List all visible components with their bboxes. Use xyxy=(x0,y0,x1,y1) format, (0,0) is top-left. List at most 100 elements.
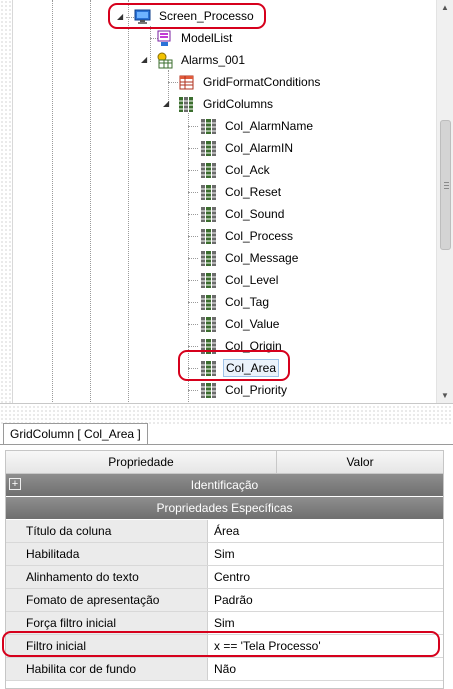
property-value[interactable]: Sim xyxy=(214,612,235,634)
tree-node-col-sound[interactable]: Col_Sound xyxy=(200,204,286,224)
monitor-icon xyxy=(134,9,151,24)
tree-guide-line xyxy=(90,0,91,403)
tree-connector xyxy=(168,82,178,83)
tree-node-gridformatconditions[interactable]: GridFormatConditions xyxy=(178,72,322,92)
tree-node-col-reset[interactable]: Col_Reset xyxy=(200,182,283,202)
property-grid[interactable]: Propriedade Valor + Identificação Propri… xyxy=(2,450,444,689)
tree-connector xyxy=(188,280,198,281)
tree-node-col-process[interactable]: Col_Process xyxy=(200,226,295,246)
scrollbar-thumb[interactable] xyxy=(440,120,451,250)
column-icon xyxy=(201,272,216,288)
tree-node-alarms-001[interactable]: Alarms_001 xyxy=(156,50,247,70)
collapse-arrow-icon[interactable]: ◢ xyxy=(117,12,123,21)
category-label: Identificação xyxy=(190,478,259,492)
tree-connector xyxy=(126,17,134,18)
tab-gridcolumn-col-area[interactable]: GridColumn [ Col_Area ] xyxy=(3,423,148,445)
tree-node-label: GridFormatConditions xyxy=(203,75,321,89)
property-row[interactable]: Habilitada Sim xyxy=(6,543,443,566)
tree-node-col-priority[interactable]: Col_Priority xyxy=(200,380,289,400)
property-row[interactable]: Fomato de apresentação Padrão xyxy=(6,589,443,612)
property-value[interactable]: Padrão xyxy=(214,589,253,611)
tree-node-col-ack[interactable]: Col_Ack xyxy=(200,160,272,180)
tree-node-label: Col_Value xyxy=(225,317,280,331)
property-row[interactable]: Habilita cor de fundo Não xyxy=(6,658,443,681)
tree-connector xyxy=(188,346,198,347)
column-icon xyxy=(201,316,216,332)
tree-connector xyxy=(188,368,198,369)
tree-connector xyxy=(188,192,198,193)
tree-left-strip xyxy=(0,0,12,403)
property-name: Alinhamento do texto xyxy=(6,566,208,588)
property-value[interactable]: Sim xyxy=(214,543,235,565)
property-value[interactable]: x == 'Tela Processo' xyxy=(214,635,321,657)
category-propriedades-especificas[interactable]: Propriedades Específicas xyxy=(6,497,443,519)
grid-columns-icon xyxy=(179,96,193,112)
column-icon xyxy=(201,360,216,376)
tree-node-label: Col_Area xyxy=(223,359,280,377)
column-icon xyxy=(201,140,216,156)
tree-node-label: Col_Tag xyxy=(225,295,270,309)
tree-node-label: Screen_Processo xyxy=(159,9,254,23)
property-name: Habilita cor de fundo xyxy=(6,658,208,680)
property-name: Fomato de apresentação xyxy=(6,589,208,611)
column-icon xyxy=(201,184,216,200)
scrollbar-grip xyxy=(444,182,449,183)
tree-node-col-alarmname[interactable]: Col_AlarmName xyxy=(200,116,315,136)
category-identificacao[interactable]: + Identificação xyxy=(6,474,443,496)
collapse-arrow-icon[interactable]: ◢ xyxy=(163,99,169,108)
tree-vertical-scrollbar[interactable]: ▲ ▼ xyxy=(436,0,453,403)
tree-node-label: Col_Origin xyxy=(225,339,282,353)
tree-node-label: Col_AlarmIN xyxy=(225,141,294,155)
scroll-up-arrow-icon[interactable]: ▲ xyxy=(441,3,449,12)
tree-node-label: Col_Level xyxy=(225,273,279,287)
column-header-propriedade[interactable]: Propriedade xyxy=(6,451,277,474)
property-row[interactable]: Filtro inicial x == 'Tela Processo' xyxy=(6,635,443,658)
tree-connector xyxy=(188,324,198,325)
tree-guide-line xyxy=(150,26,151,62)
column-icon xyxy=(201,206,216,222)
tree-node-col-message[interactable]: Col_Message xyxy=(200,248,300,268)
property-value[interactable]: Não xyxy=(214,658,236,680)
tree-connector xyxy=(188,148,198,149)
project-tree[interactable]: ◢ Screen_Processo ModelList ◢ Alarms_001… xyxy=(0,0,453,404)
tree-node-modellist[interactable]: ModelList xyxy=(156,28,234,48)
property-row[interactable]: Alinhamento do texto Centro xyxy=(6,566,443,589)
tree-node-col-level[interactable]: Col_Level xyxy=(200,270,280,290)
tree-node-label: GridColumns xyxy=(203,97,274,111)
tree-node-gridcolumns[interactable]: GridColumns xyxy=(178,94,275,114)
tree-node-label: Alarms_001 xyxy=(181,53,246,67)
tree-connector xyxy=(188,302,198,303)
tree-connector xyxy=(188,126,198,127)
tree-node-label: Col_Process xyxy=(225,229,294,243)
tree-connector xyxy=(188,390,198,391)
tree-node-col-area[interactable]: Col_Area xyxy=(200,358,280,378)
model-list-icon xyxy=(157,30,171,46)
property-row[interactable]: Força filtro inicial Sim xyxy=(6,612,443,635)
tree-node-col-tag[interactable]: Col_Tag xyxy=(200,292,271,312)
tab-underline xyxy=(0,444,453,445)
tree-node-col-value[interactable]: Col_Value xyxy=(200,314,281,334)
tree-node-label: ModelList xyxy=(181,31,233,45)
property-name: Filtro inicial xyxy=(6,635,208,657)
property-row[interactable]: Título da coluna Área xyxy=(6,520,443,543)
property-value[interactable]: Centro xyxy=(214,566,250,588)
category-label: Propriedades Específicas xyxy=(156,501,293,515)
property-name: Força filtro inicial xyxy=(6,612,208,634)
column-icon xyxy=(201,162,216,178)
expand-plus-icon[interactable]: + xyxy=(9,478,21,490)
tree-node-label: Col_AlarmName xyxy=(225,119,314,133)
tree-node-screen-processo[interactable]: Screen_Processo xyxy=(134,6,256,26)
property-value[interactable]: Área xyxy=(214,520,239,542)
tree-node-label: Col_Message xyxy=(225,251,299,265)
scroll-down-arrow-icon[interactable]: ▼ xyxy=(441,391,449,400)
column-icon xyxy=(201,118,216,134)
tree-node-label: Col_Reset xyxy=(225,185,282,199)
panel-splitter[interactable] xyxy=(0,405,453,425)
tree-node-label: Col_Priority xyxy=(225,383,288,397)
tree-node-col-alarmin[interactable]: Col_AlarmIN xyxy=(200,138,295,158)
column-header-valor[interactable]: Valor xyxy=(277,451,443,474)
collapse-arrow-icon[interactable]: ◢ xyxy=(141,55,147,64)
tree-node-col-origin[interactable]: Col_Origin xyxy=(200,336,284,356)
tree-connector xyxy=(188,214,198,215)
column-icon xyxy=(201,250,216,266)
